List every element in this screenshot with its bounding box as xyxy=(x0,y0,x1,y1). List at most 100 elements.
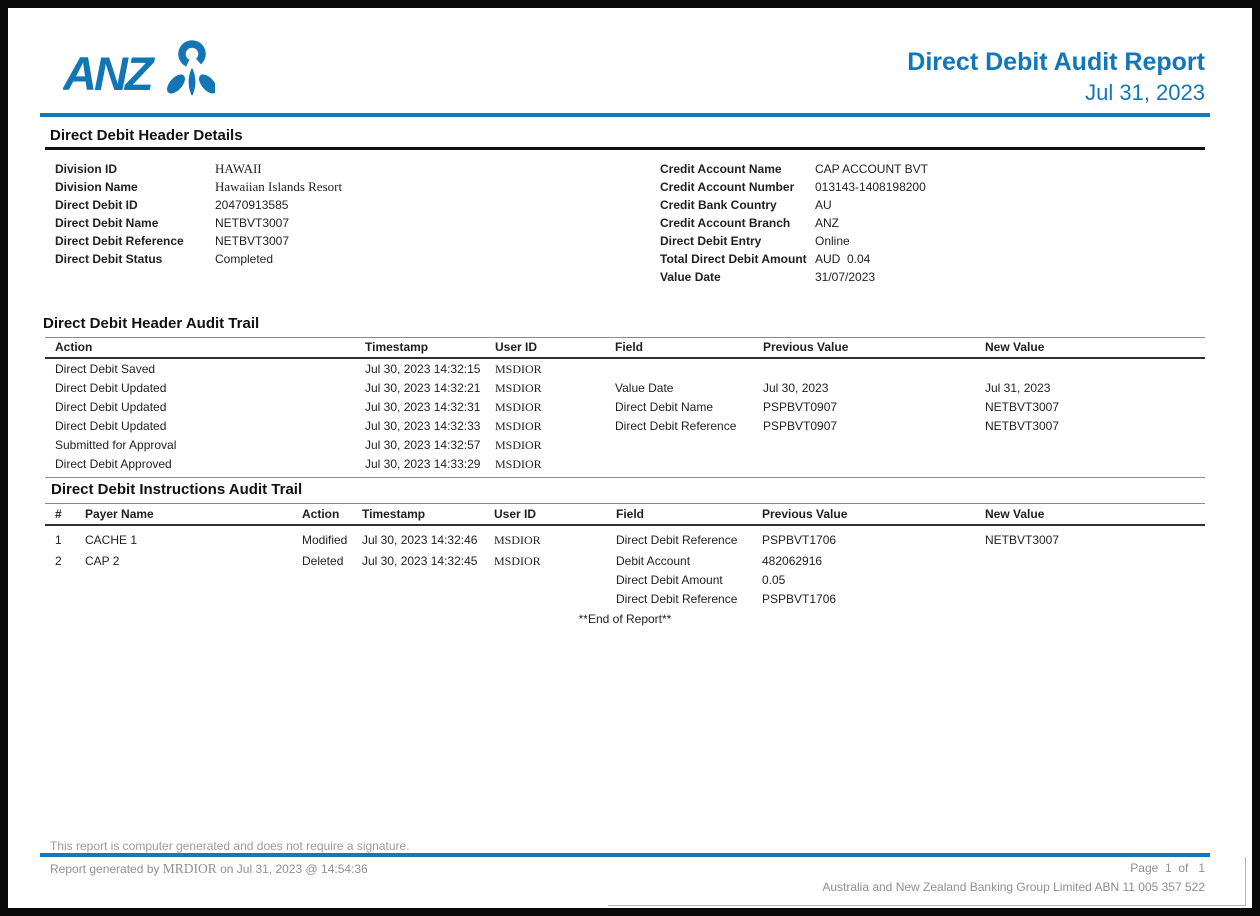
cell-field: Debit Account xyxy=(616,554,690,568)
cell-user-id: MSDIOR xyxy=(494,554,541,569)
masthead-rule xyxy=(40,113,1210,117)
field-value: CAP ACCOUNT BVT xyxy=(815,162,928,176)
cell-timestamp: Jul 30, 2023 14:32:15 xyxy=(365,362,480,376)
column-header: New Value xyxy=(985,507,1044,521)
page-number: Page 1 of 1 xyxy=(1130,861,1205,875)
table-header-row: Action Timestamp User ID Field Previous … xyxy=(8,340,1252,358)
column-header: Action xyxy=(302,507,339,521)
footer-company: Australia and New Zealand Banking Group … xyxy=(822,880,1205,894)
column-header: Field xyxy=(615,340,643,354)
cell-timestamp: Jul 30, 2023 14:32:31 xyxy=(365,400,480,414)
field-value: Hawaiian Islands Resort xyxy=(215,179,342,195)
field-label: Credit Bank Country xyxy=(660,198,777,212)
cell-previous-value: PSPBVT0907 xyxy=(763,419,837,433)
cell-previous-value: PSPBVT1706 xyxy=(762,592,836,606)
cell-field: Direct Debit Reference xyxy=(615,419,736,433)
svg-text:ANZ: ANZ xyxy=(63,47,156,100)
cell-field: Direct Debit Name xyxy=(615,400,713,414)
cell-number: 2 xyxy=(55,554,62,568)
cell-action: Submitted for Approval xyxy=(55,438,176,452)
anz-logo: ANZ xyxy=(63,36,215,108)
cell-timestamp: Jul 30, 2023 14:32:21 xyxy=(365,381,480,395)
table-header-rule xyxy=(45,524,1205,526)
cell-payer-name: CAP 2 xyxy=(85,554,119,568)
cell-field: Value Date xyxy=(615,381,673,395)
cell-new-value: NETBVT3007 xyxy=(985,400,1059,414)
cell-field: Direct Debit Reference xyxy=(616,533,737,547)
generated-suffix: on Jul 31, 2023 @ 14:54:36 xyxy=(217,862,368,876)
table-top-rule xyxy=(45,337,1205,338)
cell-user-id: MSDIOR xyxy=(495,457,542,472)
table-row: Direct Debit Updated Jul 30, 2023 14:32:… xyxy=(8,381,1252,400)
table-row: 1 CACHE 1 Modified Jul 30, 2023 14:32:46… xyxy=(8,533,1252,552)
footer-disclaimer: This report is computer generated and do… xyxy=(50,839,410,853)
column-header: Timestamp xyxy=(365,340,428,354)
field-value: 013143-1408198200 xyxy=(815,180,926,194)
table-header-row: # Payer Name Action Timestamp User ID Fi… xyxy=(8,507,1252,525)
report-date: Jul 31, 2023 xyxy=(1085,80,1205,106)
cell-timestamp: Jul 30, 2023 14:32:46 xyxy=(362,533,477,547)
section-heading-instructions-audit: Direct Debit Instructions Audit Trail xyxy=(51,481,302,498)
cell-timestamp: Jul 30, 2023 14:33:29 xyxy=(365,457,480,471)
cell-previous-value: PSPBVT0907 xyxy=(763,400,837,414)
field-value: 31/07/2023 xyxy=(815,270,875,284)
table-row: Direct Debit Reference PSPBVT1706 xyxy=(8,592,1252,611)
table-row: Submitted for Approval Jul 30, 2023 14:3… xyxy=(8,438,1252,457)
cell-timestamp: Jul 30, 2023 14:32:45 xyxy=(362,554,477,568)
field-value: ANZ xyxy=(815,216,839,230)
field-value: NETBVT3007 xyxy=(215,234,289,248)
cell-new-value: NETBVT3007 xyxy=(985,533,1059,547)
field-label: Direct Debit ID xyxy=(55,198,138,212)
column-header: Previous Value xyxy=(762,507,847,521)
section-heading-header-details: Direct Debit Header Details xyxy=(50,127,243,144)
table-header-rule xyxy=(45,357,1205,359)
cell-number: 1 xyxy=(55,533,62,547)
report-title: Direct Debit Audit Report xyxy=(907,48,1205,77)
field-value: Online xyxy=(815,234,850,248)
cell-previous-value: 482062916 xyxy=(762,554,822,568)
cell-user-id: MSDIOR xyxy=(494,533,541,548)
section-heading-header-audit: Direct Debit Header Audit Trail xyxy=(43,315,259,332)
cell-action: Direct Debit Updated xyxy=(55,419,166,433)
cell-user-id: MSDIOR xyxy=(495,419,542,434)
column-header: Payer Name xyxy=(85,507,154,521)
cell-payer-name: CACHE 1 xyxy=(85,533,137,547)
table-row: Direct Debit Updated Jul 30, 2023 14:32:… xyxy=(8,419,1252,438)
table-row: Direct Debit Saved Jul 30, 2023 14:32:15… xyxy=(8,362,1252,381)
column-header: New Value xyxy=(985,340,1044,354)
field-value: AU xyxy=(815,198,832,212)
cell-previous-value: PSPBVT1706 xyxy=(762,533,836,547)
cell-previous-value: Jul 30, 2023 xyxy=(763,381,828,395)
cell-new-value: Jul 31, 2023 xyxy=(985,381,1050,395)
column-header: Action xyxy=(55,340,92,354)
field-label: Direct Debit Name xyxy=(55,216,158,230)
cell-field: Direct Debit Amount xyxy=(616,573,723,587)
cell-previous-value: 0.05 xyxy=(762,573,785,587)
generated-prefix: Report generated by xyxy=(50,862,163,876)
footer-generated-line: Report generated by MRDIOR on Jul 31, 20… xyxy=(50,861,368,877)
column-header: Timestamp xyxy=(362,507,425,521)
end-of-report-marker: **End of Report** xyxy=(45,612,1205,626)
field-value: HAWAII xyxy=(215,161,262,177)
cell-field: Direct Debit Reference xyxy=(616,592,737,606)
cell-action: Direct Debit Updated xyxy=(55,400,166,414)
table-row: Direct Debit Updated Jul 30, 2023 14:32:… xyxy=(8,400,1252,419)
cell-user-id: MSDIOR xyxy=(495,438,542,453)
table-row: 2 CAP 2 Deleted Jul 30, 2023 14:32:45 MS… xyxy=(8,554,1252,573)
report-frame: ANZ Direct Debit Audit Report Jul 31, 20… xyxy=(0,0,1260,916)
table-row: Direct Debit Amount 0.05 xyxy=(8,573,1252,592)
cell-action: Direct Debit Updated xyxy=(55,381,166,395)
field-label: Direct Debit Status xyxy=(55,252,162,266)
cell-action: Direct Debit Saved xyxy=(55,362,155,376)
cell-action: Direct Debit Approved xyxy=(55,457,172,471)
table-top-rule xyxy=(45,503,1205,504)
field-value: Completed xyxy=(215,252,273,266)
cell-user-id: MSDIOR xyxy=(495,400,542,415)
cell-timestamp: Jul 30, 2023 14:32:57 xyxy=(365,438,480,452)
field-label: Direct Debit Reference xyxy=(55,234,184,248)
generated-user: MRDIOR xyxy=(163,861,217,876)
field-label: Credit Account Branch xyxy=(660,216,790,230)
field-value: 20470913585 xyxy=(215,198,288,212)
column-header: User ID xyxy=(495,340,537,354)
field-label: Value Date xyxy=(660,270,721,284)
